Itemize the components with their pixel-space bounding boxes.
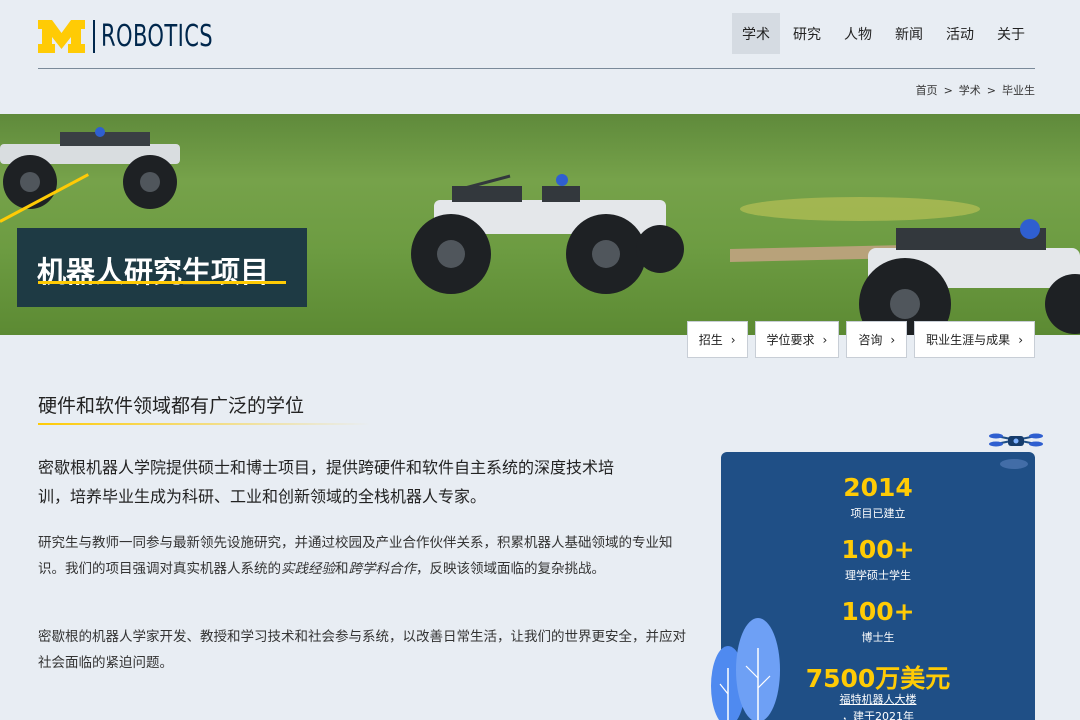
breadcrumb-separator: > — [986, 84, 996, 97]
section-heading-underline — [38, 423, 370, 425]
stat-ms-value: 100+ — [841, 535, 915, 564]
robot-right — [859, 219, 1080, 335]
body-paragraph-1: 研究生与教师一同参与最新领先设施研究，并通过校园及产业合作伙伴关系，积累机器人基… — [38, 530, 698, 582]
careers-outcomes-button[interactable]: 职业生涯与成果 › — [914, 321, 1035, 358]
advising-label: 咨询 — [858, 333, 883, 347]
chevron-right-icon: › — [730, 332, 736, 347]
breadcrumb: 首页 > 学术 > 毕业生 — [916, 82, 1035, 98]
site-logo[interactable]: ROBOTICS — [38, 19, 245, 54]
stat-ms-label: 理学硕士学生 — [845, 569, 911, 582]
robot-center — [411, 174, 684, 294]
careers-outcomes-label: 职业生涯与成果 — [926, 333, 1011, 347]
logo-wordmark: ROBOTICS — [101, 19, 214, 54]
hero-title-box: 机器人研究生项目 — [17, 228, 307, 307]
block-m-icon — [38, 20, 85, 53]
tree-illustration — [711, 618, 780, 720]
breadcrumb-home[interactable]: 首页 — [916, 84, 938, 97]
paragraph-text: ，反映该领域面临的复杂挑战。 — [416, 561, 605, 577]
advising-button[interactable]: 咨询 › — [846, 321, 908, 358]
chevron-right-icon: › — [1018, 332, 1023, 347]
nav-research[interactable]: 研究 — [783, 13, 831, 54]
site-header: ROBOTICS 学术 研究 人物 新闻 活动 关于 — [38, 0, 1035, 69]
breadcrumb-current: 毕业生 — [1002, 84, 1035, 97]
breadcrumb-academics[interactable]: 学术 — [959, 84, 981, 97]
drone-icon — [989, 433, 1043, 469]
degree-requirements-button[interactable]: 学位要求 › — [754, 321, 840, 358]
stat-year-value: 2014 — [843, 473, 913, 502]
chevron-right-icon: › — [822, 332, 828, 347]
body-paragraph-2: 密歇根的机器人学家开发、教授和学习技术和社会参与系统，以改善日常生活，让我们的世… — [38, 629, 686, 671]
main-nav: 学术 研究 人物 新闻 活动 关于 — [729, 13, 1035, 54]
nav-academics[interactable]: 学术 — [732, 13, 780, 54]
admissions-button[interactable]: 招生 › — [686, 321, 748, 358]
logo-divider — [93, 20, 95, 53]
nav-people[interactable]: 人物 — [834, 13, 882, 54]
nav-about[interactable]: 关于 — [987, 13, 1035, 54]
emphasis-text: 实践经验 — [281, 561, 335, 577]
robot-left — [0, 127, 180, 209]
stat-year-label: 项目已建立 — [850, 507, 906, 520]
page-title: 机器人研究生项目 — [37, 255, 270, 289]
paragraph-text: 和 — [335, 561, 349, 577]
section-heading: 硬件和软件领域都有广泛的学位 — [38, 395, 305, 417]
nav-events[interactable]: 活动 — [936, 13, 984, 54]
chevron-right-icon: › — [890, 332, 896, 347]
hero-banner: 机器人研究生项目 — [0, 114, 1080, 335]
lead-paragraph: 密歇根机器人学院提供硕士和博士项目，提供跨硬件和软件自主系统的深度技术培训，培养… — [38, 458, 615, 506]
degree-requirements-label: 学位要求 — [766, 333, 815, 347]
section-links: 招生 › 学位要求 › 咨询 › 职业生涯与成果 › — [680, 321, 1035, 358]
emphasis-text: 跨学科合作 — [348, 561, 417, 577]
nav-news[interactable]: 新闻 — [885, 13, 933, 54]
breadcrumb-separator: > — [943, 84, 953, 97]
admissions-label: 招生 — [698, 333, 723, 347]
hero-title-underline — [38, 281, 286, 284]
